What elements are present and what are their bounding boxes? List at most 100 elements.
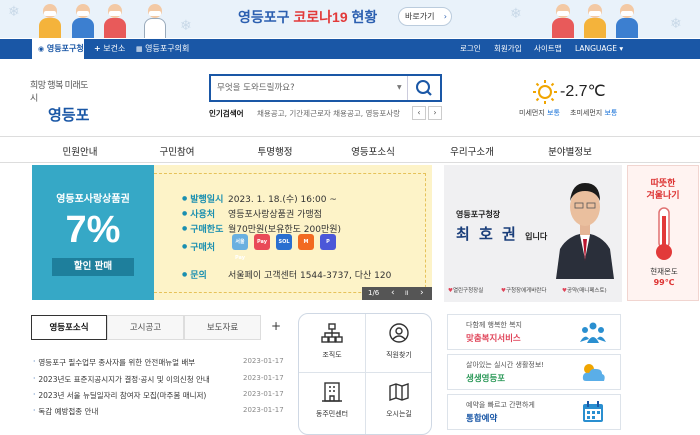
fine-dust-status: 미세먼지 보통 — [519, 108, 560, 118]
mayor-link-suggest[interactable]: ♥구청장에게바란다 — [501, 286, 546, 294]
org-chart-icon — [321, 323, 343, 343]
banner-title-region: 영등포구 — [238, 9, 290, 25]
slide-next-button[interactable]: › — [420, 287, 424, 300]
language-select[interactable]: LANGUAGE ▾ — [575, 39, 623, 59]
banner-title-status: 현황 — [351, 9, 378, 25]
tab-health-center-label: 보건소 — [103, 44, 126, 53]
popular-keywords: 인기검색어 채용공고, 기간제근로자 채용공고, 영등포사랑 ‹ › — [209, 106, 449, 122]
banner-discount-rate: 7% — [65, 209, 121, 251]
mayor-photo — [556, 183, 614, 279]
news-item[interactable]: · 독감 예방접종 안내 2023-01-17 — [33, 406, 284, 417]
quick-community-center-label: 동주민센터 — [315, 410, 349, 418]
news-title: 2023년도 표준지공시지가 결정·공시 및 이의신청 안내 — [38, 375, 210, 384]
detail-row: 발행일시2023. 1. 18.(수) 16:00 ~ — [182, 192, 337, 205]
nav-news[interactable]: 영등포소식 — [338, 144, 408, 158]
nav-field-info[interactable]: 분야별정보 — [535, 144, 605, 158]
mayor-panel[interactable]: 영등포구청장 최 호 권 입니다 ♥열린구청장실 ♥구청장에게바란다 ♥공약(매… — [444, 165, 622, 302]
snowflake-icon: ❄ — [670, 16, 682, 32]
sun-icon — [533, 80, 557, 104]
covid-banner[interactable]: ❄ ❄ ❄ ❄ 영등포구 코로나19 현황 바로가기 › — [0, 0, 700, 38]
slide-prev-button[interactable]: ‹ — [391, 287, 395, 300]
chevron-left-icon[interactable]: ‹ — [412, 106, 426, 120]
top-utility-bar: ◉ 영등포구청 + 보건소 ▦ 영등포구의회 로그인 회원가입 사이트맵 LAN… — [0, 39, 700, 59]
tab-gu-office[interactable]: ◉ 영등포구청 — [32, 39, 84, 59]
person-illustration — [580, 2, 610, 38]
popular-keywords-text[interactable]: 채용공고, 기간제근로자 채용공고, 영등포사랑 — [257, 108, 407, 119]
covid-shortcut-label: 바로가기 — [405, 12, 435, 21]
slide-counter: 1/6 — [368, 289, 380, 297]
chevron-right-icon[interactable]: › — [428, 106, 442, 120]
quick-directions-label: 오시는길 — [386, 410, 412, 418]
news-title: 독감 예방접종 안내 — [38, 407, 99, 416]
tab-press[interactable]: 보도자료 — [184, 315, 261, 340]
mayor-link-suggest-label: 구청장에게바란다 — [505, 288, 547, 294]
signup-link[interactable]: 회원가입 — [494, 39, 522, 59]
site-logo[interactable]: 희망 행복 미래도시 영등포 — [30, 78, 90, 124]
news-item[interactable]: · 2023년도 표준지공시지가 결정·공시 및 이의신청 안내 2023-01-1… — [33, 374, 284, 385]
sitemap-link[interactable]: 사이트맵 — [534, 39, 562, 59]
slide-pause-button[interactable]: II — [405, 287, 409, 300]
caret-down-icon[interactable]: ▼ — [397, 84, 402, 91]
detail-value: 영등포사랑상품권 가맹점 — [228, 210, 322, 220]
detail-key: 문의 — [182, 268, 228, 281]
mayor-link-office[interactable]: ♥열린구청장실 — [448, 286, 483, 294]
quick-staff-search[interactable]: 직원찾기 — [366, 314, 431, 372]
p-pay-icon: P — [320, 234, 336, 250]
quick-community-center[interactable]: 동주민센터 — [299, 373, 365, 431]
seoul-pay-icon: 서울Pay — [232, 234, 248, 261]
news-title: 영등포구 필수업무 종사자를 위한 안전매뉴얼 배부 — [38, 358, 196, 367]
nav-civil-service[interactable]: 민원안내 — [45, 144, 115, 158]
nav-introduction[interactable]: 우리구소개 — [437, 144, 507, 158]
home-icon: ◉ — [38, 45, 45, 53]
search-box: ▼ — [209, 74, 442, 102]
quick-org-chart[interactable]: 조직도 — [299, 314, 365, 372]
covid-banner-title: 영등포구 코로나19 현황 — [238, 7, 377, 27]
snowflake-icon: ❄ — [510, 6, 522, 22]
gift-certificate-banner[interactable]: 영등포사랑상품권 7% 할인 판매 발행일시2023. 1. 18.(수) 16… — [32, 165, 432, 300]
nav-participation[interactable]: 구민참여 — [142, 144, 212, 158]
tab-council[interactable]: ▦ 영등포구의회 — [130, 39, 190, 59]
mayor-link-pledge[interactable]: ♥공약(매니페스토) — [562, 286, 607, 294]
news-item[interactable]: · 2023년 서울 뉴딜일자리 참여자 모집(마주봄 매니저) 2023-01-1… — [33, 390, 284, 401]
detail-key: 발행일시 — [182, 192, 228, 205]
login-link[interactable]: 로그인 — [460, 39, 481, 59]
person-illustration — [35, 2, 65, 38]
building-icon — [322, 382, 342, 402]
service-welfare-desc: 다함께 행복한 복지 — [466, 321, 522, 329]
tab-notices[interactable]: 고시공고 — [107, 315, 184, 340]
service-reservation[interactable]: 예약을 빠르고 간편하게 통합예약 — [447, 394, 621, 430]
covid-shortcut-button[interactable]: 바로가기 › — [398, 7, 452, 26]
search-input[interactable] — [211, 76, 406, 100]
quick-directions[interactable]: 오시는길 — [366, 373, 431, 431]
warm-winter-widget[interactable]: 따뜻한 겨울나기 현재온도 99℃ — [627, 165, 699, 301]
search-icon — [416, 80, 432, 96]
mayor-name-line: 최 호 권 입니다 — [456, 223, 547, 244]
service-live-info[interactable]: 살아있는 실시간 생활정보! 생생영등포 — [447, 354, 621, 390]
bullet-icon: · — [33, 406, 36, 415]
service-live-info-title: 생생영등포 — [466, 374, 506, 384]
service-reservation-title: 통합예약 — [466, 414, 498, 424]
detail-key: 구매한도 — [182, 222, 228, 235]
tab-health-center[interactable]: + 보건소 — [88, 39, 128, 59]
detail-value: 서울페이 고객센터 1544-3737, 다산 120 — [228, 271, 392, 281]
ultrafine-dust-label: 초미세먼지 — [570, 109, 603, 117]
calendar-icon — [583, 401, 603, 422]
fine-dust-label: 미세먼지 — [519, 109, 545, 117]
search-button[interactable] — [407, 76, 440, 100]
mayor-name: 최 호 권 — [456, 225, 518, 243]
person-illustration — [140, 2, 170, 38]
popular-keywords-label: 인기검색어 — [209, 109, 244, 118]
user-icon — [389, 323, 409, 343]
person-illustration — [68, 2, 98, 38]
more-news-button[interactable]: + — [271, 319, 281, 333]
nav-transparency[interactable]: 투명행정 — [240, 144, 310, 158]
quick-links: 조직도 직원찾기 동주민센터 오시는길 — [298, 313, 432, 435]
detail-row: 사용처영등포사랑상품권 가맹점 — [182, 207, 322, 220]
service-welfare[interactable]: 다함께 행복한 복지 맞춤복지서비스 — [447, 314, 621, 350]
news-item[interactable]: · 영등포구 필수업무 종사자를 위한 안전매뉴얼 배부 2023-01-17 — [33, 357, 284, 368]
tab-news[interactable]: 영등포소식 — [31, 315, 107, 340]
quick-staff-search-label: 직원찾기 — [386, 351, 412, 359]
news-date: 2023-01-17 — [243, 390, 284, 398]
fine-dust-value: 보통 — [547, 109, 560, 117]
logo-wordmark: 영등포 — [48, 108, 90, 124]
